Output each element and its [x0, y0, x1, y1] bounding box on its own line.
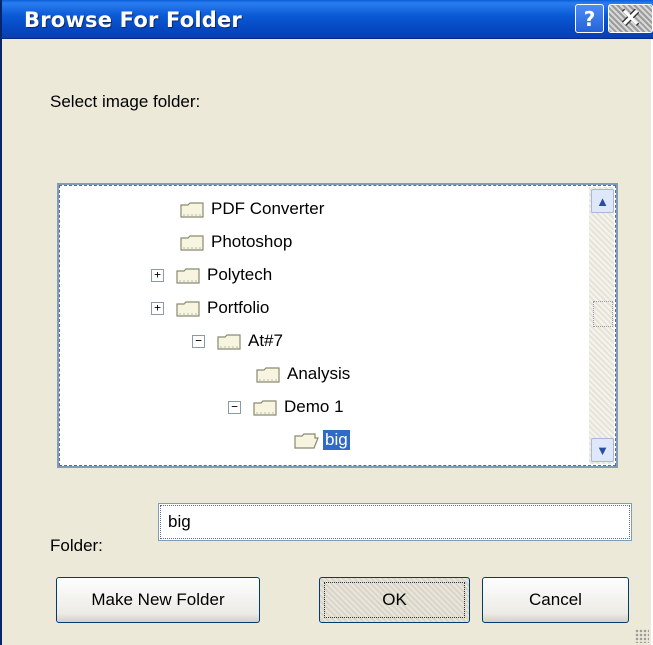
- tree-item-label: big: [322, 429, 351, 451]
- dialog-title: Browse For Folder: [24, 8, 242, 32]
- expand-icon[interactable]: +: [151, 268, 164, 282]
- tree-item-label: At#7: [248, 331, 283, 350]
- folder-tree[interactable]: PDF Converter Photoshop + Polytech + Por…: [57, 183, 618, 468]
- tree-item-label: Polytech: [207, 265, 273, 284]
- tree-item-at7[interactable]: − At#7: [192, 327, 285, 355]
- tree-item-portfolio[interactable]: + Portfolio: [151, 294, 271, 322]
- tree-item-label: Analysis: [287, 364, 351, 383]
- chevron-up-icon: ▲: [596, 193, 609, 209]
- folder-icon: [180, 201, 204, 218]
- tree-item-label: PDF Converter: [211, 199, 325, 218]
- tree-item-big[interactable]: big: [293, 426, 351, 454]
- resize-grip-icon[interactable]: [635, 629, 649, 643]
- tree-item-label: Photoshop: [211, 232, 293, 251]
- make-new-folder-button[interactable]: Make New Folder: [56, 577, 260, 623]
- help-button[interactable]: ?: [575, 4, 604, 33]
- title-bar[interactable]: Browse For Folder ? ✕: [2, 0, 653, 39]
- folder-icon: [217, 333, 241, 350]
- tree-item-label: Portfolio: [207, 298, 270, 317]
- scroll-down-button[interactable]: ▼: [591, 438, 614, 462]
- folder-input[interactable]: [158, 503, 632, 541]
- folder-field-label: Folder:: [50, 536, 103, 555]
- tree-scrollbar[interactable]: ▲ ▼: [589, 187, 614, 464]
- tree-item-photoshop[interactable]: Photoshop: [179, 228, 294, 256]
- tree-item-analysis[interactable]: Analysis: [255, 360, 352, 388]
- close-button[interactable]: ✕: [608, 4, 653, 33]
- folder-icon: [180, 234, 204, 251]
- cancel-button[interactable]: Cancel: [482, 577, 629, 623]
- tree-item-pdf-converter[interactable]: PDF Converter: [179, 195, 326, 223]
- tree-item-label: Demo 1: [284, 397, 344, 416]
- tree-item-demo-1[interactable]: − Demo 1: [228, 393, 346, 421]
- chevron-down-icon: ▼: [596, 442, 609, 458]
- tree-item-polytech[interactable]: + Polytech: [151, 261, 274, 289]
- scroll-up-button[interactable]: ▲: [591, 189, 614, 213]
- expand-icon[interactable]: +: [151, 301, 164, 315]
- browse-for-folder-dialog: Browse For Folder ? ✕ Select image folde…: [0, 0, 653, 645]
- ok-button[interactable]: OK: [319, 577, 470, 623]
- collapse-icon[interactable]: −: [192, 334, 205, 348]
- folder-icon: [176, 267, 200, 284]
- help-icon: ?: [583, 6, 596, 31]
- folder-icon: [176, 300, 200, 317]
- folder-icon: [256, 366, 280, 383]
- folder-open-icon: [294, 432, 319, 449]
- collapse-icon[interactable]: −: [228, 400, 241, 414]
- scrollbar-thumb[interactable]: [593, 301, 613, 327]
- instruction-text: Select image folder:: [50, 92, 201, 111]
- folder-icon: [253, 399, 277, 416]
- close-icon: ✕: [620, 5, 641, 32]
